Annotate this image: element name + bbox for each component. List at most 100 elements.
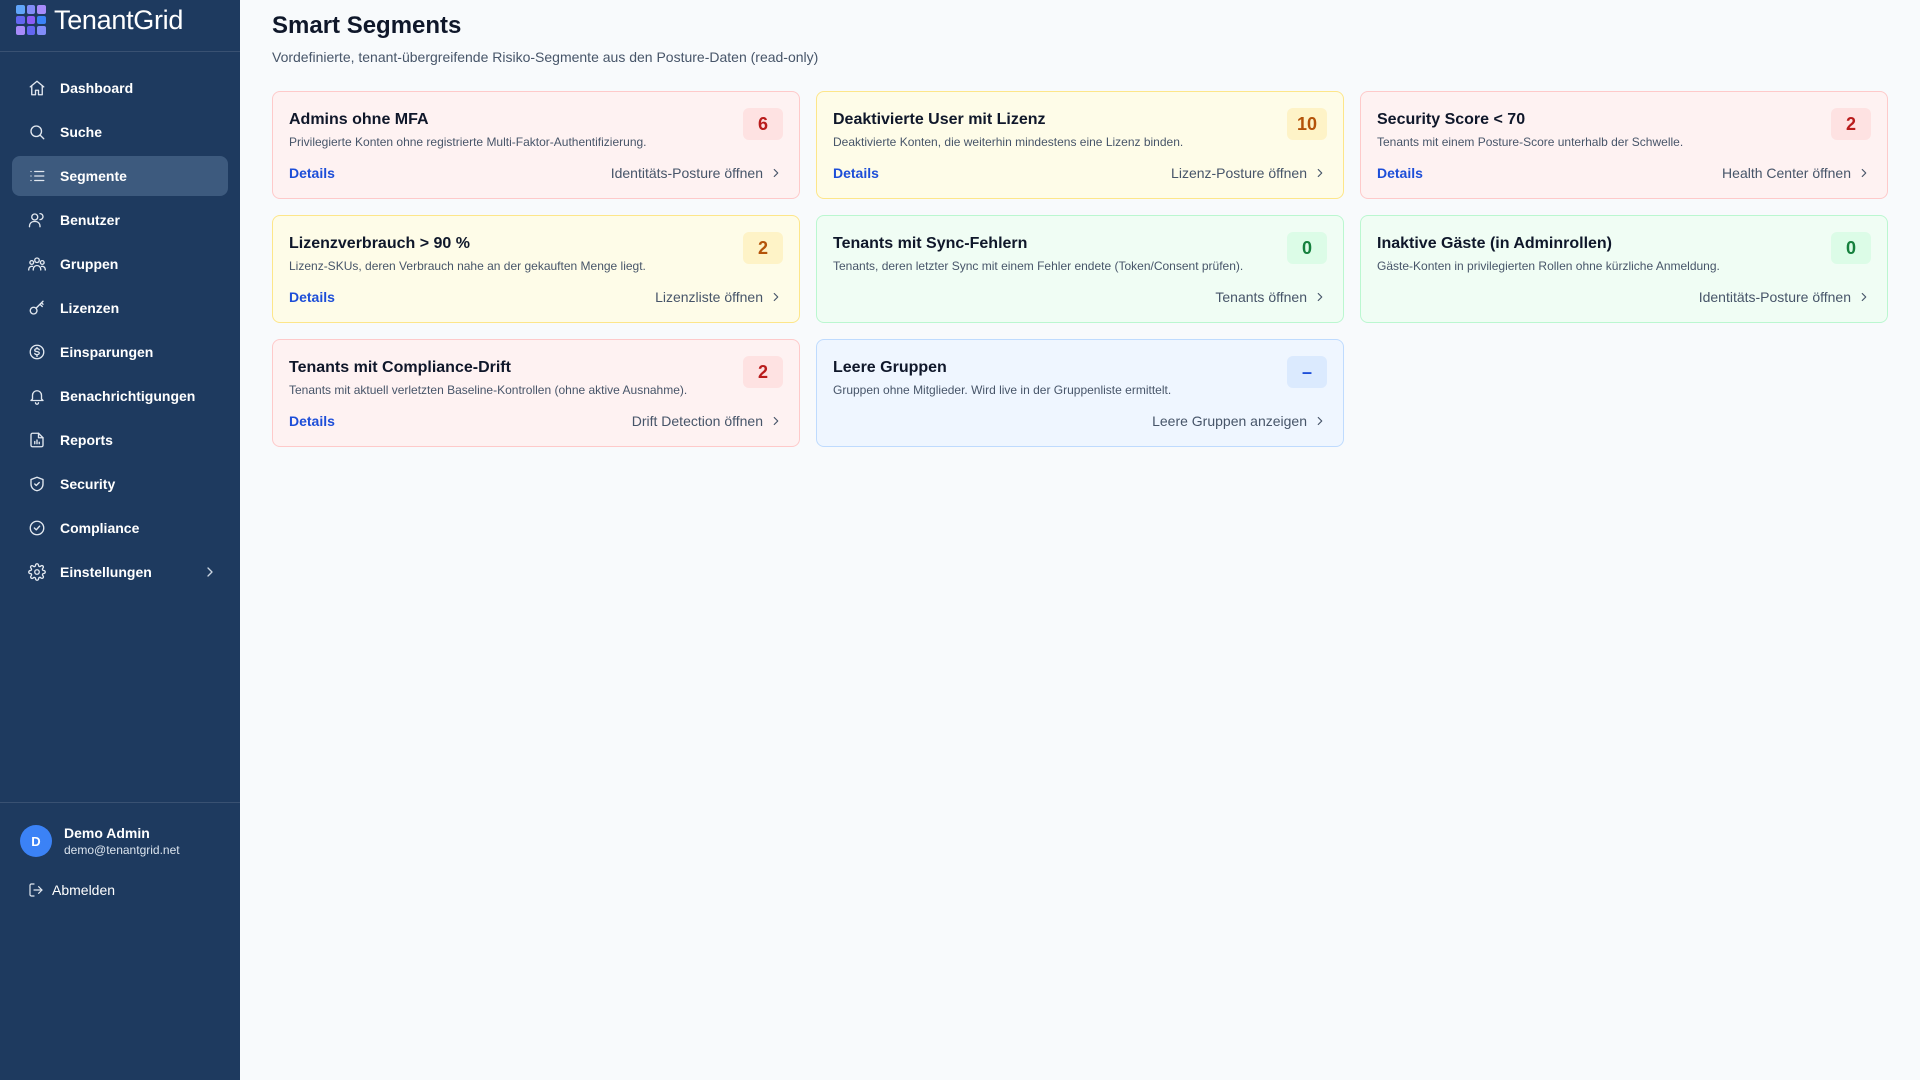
segment-card: Deaktivierte User mit Lizenz Deaktivierte… xyxy=(816,91,1344,199)
dollar-circle-icon xyxy=(28,343,46,361)
sidebar-item-label: Reports xyxy=(60,432,113,448)
sidebar-item-label: Segmente xyxy=(60,168,127,184)
segment-open-label: Health Center öffnen xyxy=(1722,165,1851,181)
sidebar-item-einsparungen[interactable]: Einsparungen xyxy=(12,332,228,372)
sidebar-item-security[interactable]: Security xyxy=(12,464,228,504)
sidebar-item-compliance[interactable]: Compliance xyxy=(12,508,228,548)
segment-title: Security Score < 70 xyxy=(1377,111,1526,128)
segment-card: Leere Gruppen Gruppen ohne Mitglieder. Wi… xyxy=(816,339,1344,447)
logo-tile xyxy=(37,15,46,25)
segment-card: Lizenzverbrauch > 90 % Lizenz-SKUs, deren… xyxy=(272,215,800,323)
segment-description: Tenants mit aktuell verletzten Baseline-… xyxy=(289,383,688,397)
segment-count-badge: – xyxy=(1287,356,1327,388)
users-icon xyxy=(28,255,46,273)
sidebar-item-label: Security xyxy=(60,476,116,492)
sidebar-item-gruppen[interactable]: Gruppen xyxy=(12,244,228,284)
sidebar-item-label: Einstellungen xyxy=(60,564,152,580)
avatar: D xyxy=(20,825,52,857)
segment-card: Admins ohne MFA Privilegierte Konten ohne… xyxy=(272,91,800,199)
segment-open-link[interactable]: Lizenzliste öffnen xyxy=(655,289,783,305)
sidebar-item-label: Benachrichtigungen xyxy=(60,388,196,404)
segment-count-badge: 2 xyxy=(1831,108,1871,140)
segment-open-link[interactable]: Identitäts-Posture öffnen xyxy=(1699,289,1871,305)
sidebar-item-label: Lizenzen xyxy=(60,300,120,316)
sidebar-item-dashboard[interactable]: Dashboard xyxy=(12,68,228,108)
segment-open-link[interactable]: Lizenz-Posture öffnen xyxy=(1171,165,1327,181)
chevron-right-icon xyxy=(1317,416,1323,426)
segment-open-label: Tenants öffnen xyxy=(1215,289,1307,305)
user-profile[interactable]: D Demo Admin demo@tenantgrid.net xyxy=(20,824,180,858)
logo-tile xyxy=(16,5,25,14)
segment-card: Tenants mit Compliance-Drift Tenants mit … xyxy=(272,339,800,447)
divider xyxy=(0,802,240,803)
sidebar-item-label: Einsparungen xyxy=(60,344,154,360)
segment-title: Lizenzverbrauch > 90 % xyxy=(289,235,470,252)
sidebar-item-einstellungen[interactable]: Einstellungen xyxy=(12,552,228,592)
sidebar-item-benachrichtigungen[interactable]: Benachrichtigungen xyxy=(12,376,228,416)
segment-title: Inaktive Gäste (in Adminrollen) xyxy=(1377,235,1613,252)
segment-details-link[interactable]: Details xyxy=(833,165,879,181)
segment-count-badge: 0 xyxy=(1287,232,1327,264)
logo-tile xyxy=(16,15,25,25)
segment-open-label: Lizenzliste öffnen xyxy=(655,289,763,305)
segment-description: Privilegierte Konten ohne registrierte M… xyxy=(289,135,647,149)
shield-icon xyxy=(28,475,46,493)
segment-title: Tenants mit Sync-Fehlern xyxy=(833,235,1028,252)
segment-open-link[interactable]: Leere Gruppen anzeigen xyxy=(1152,413,1327,429)
sidebar-item-label: Suche xyxy=(60,124,103,140)
segment-description: Gruppen ohne Mitglieder. Wird live in de… xyxy=(833,383,1172,397)
divider xyxy=(0,51,240,52)
segment-title: Deaktivierte User mit Lizenz xyxy=(833,111,1046,128)
segment-description: Tenants mit einem Posture-Score unterhal… xyxy=(1377,135,1684,149)
sidebar-item-reports[interactable]: Reports xyxy=(12,420,228,460)
brand[interactable]: TenantGrid xyxy=(16,0,183,40)
segment-details-link[interactable]: Details xyxy=(289,289,335,305)
segment-card: Inaktive Gäste (in Adminrollen) Gäste-Kon… xyxy=(1360,215,1888,323)
segment-open-link[interactable]: Tenants öffnen xyxy=(1215,289,1327,305)
logo-tile xyxy=(26,5,36,14)
segment-open-label: Identitäts-Posture öffnen xyxy=(610,165,763,181)
tenantgrid-logo-icon xyxy=(16,5,46,35)
logout-button[interactable]: Abmelden xyxy=(28,882,115,898)
check-circle-icon xyxy=(28,519,46,537)
segment-open-link[interactable]: Identitäts-Posture öffnen xyxy=(611,165,783,181)
chevron-right-icon xyxy=(1317,292,1323,302)
page-title: Smart Segments xyxy=(272,12,462,39)
segment-details-link[interactable]: Details xyxy=(289,165,335,181)
segment-open-link[interactable]: Drift Detection öffnen xyxy=(632,413,783,429)
segment-title: Leere Gruppen xyxy=(833,359,947,376)
chevron-right-icon xyxy=(1317,168,1323,178)
segment-grid: Admins ohne MFA Privilegierte Konten ohne… xyxy=(272,91,1888,447)
bell-icon xyxy=(28,387,46,405)
segment-description: Tenants, deren letzter Sync mit einem Fe… xyxy=(833,259,1244,273)
segment-card: Tenants mit Sync-Fehlern Tenants, deren l… xyxy=(816,215,1344,323)
sidebar-item-label: Dashboard xyxy=(60,80,134,96)
chevron-right-icon xyxy=(773,292,779,302)
sidebar-item-label: Benutzer xyxy=(60,212,120,228)
chevron-right-icon xyxy=(202,564,218,580)
sidebar: TenantGrid Dashboard Suche Segmente Benutze… xyxy=(0,0,240,1080)
logo-tile xyxy=(37,26,46,35)
sidebar-item-segmente[interactable]: Segmente xyxy=(12,156,228,196)
logout-icon xyxy=(29,883,43,897)
segment-title: Tenants mit Compliance-Drift xyxy=(289,359,511,376)
search-icon xyxy=(28,123,46,141)
segment-open-label: Drift Detection öffnen xyxy=(631,413,763,429)
sidebar-item-lizenzen[interactable]: Lizenzen xyxy=(12,288,228,328)
logo-tile xyxy=(26,26,36,35)
segment-description: Lizenz-SKUs, deren Verbrauch nahe an der… xyxy=(289,259,646,273)
sidebar-item-benutzer[interactable]: Benutzer xyxy=(12,200,228,240)
user-icon xyxy=(28,211,46,229)
user-email: demo@tenantgrid.net xyxy=(64,843,180,857)
page-subtitle: Vordefinierte, tenant-übergreifende Risi… xyxy=(272,49,819,65)
segment-details-link[interactable]: Details xyxy=(289,413,335,429)
segment-details-link[interactable]: Details xyxy=(1377,165,1423,181)
chevron-right-icon xyxy=(773,168,779,178)
home-icon xyxy=(28,79,46,97)
segment-count-badge: 10 xyxy=(1286,108,1327,140)
logo-tile xyxy=(26,15,36,25)
segment-title: Admins ohne MFA xyxy=(289,111,429,128)
segment-card: Security Score < 70 Tenants mit einem Pos… xyxy=(1360,91,1888,199)
segment-open-link[interactable]: Health Center öffnen xyxy=(1722,165,1871,181)
sidebar-item-suche[interactable]: Suche xyxy=(12,112,228,152)
